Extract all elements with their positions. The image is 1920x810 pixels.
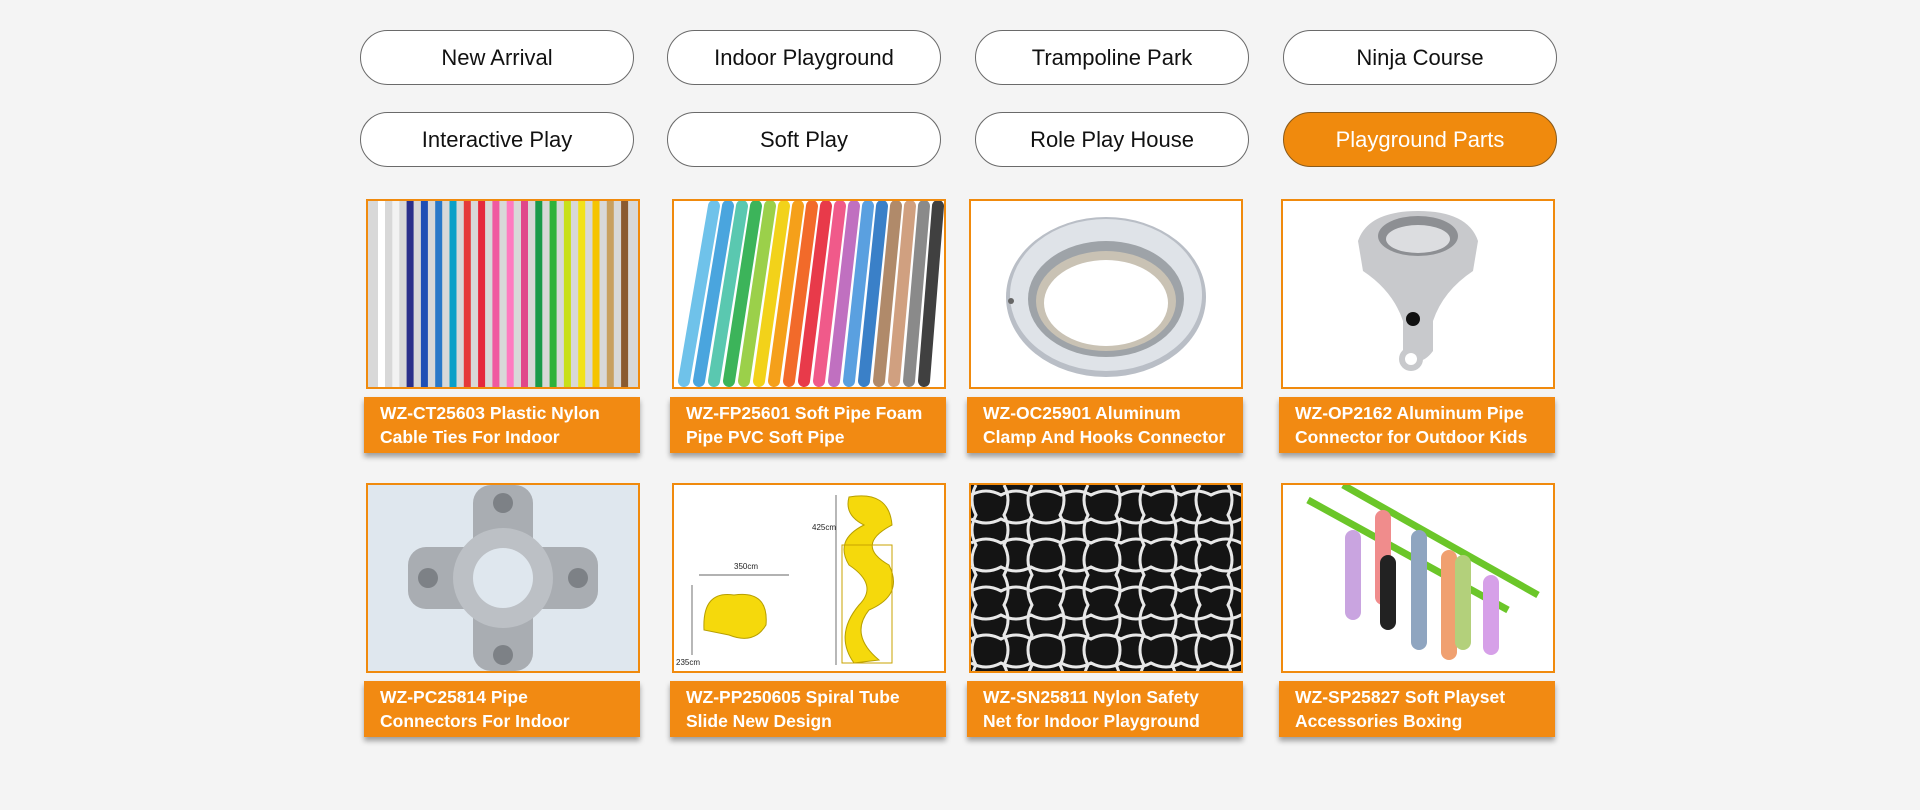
product-title-line2: Slide New Design — [686, 711, 832, 731]
product-caption[interactable]: WZ-SP25827 Soft Playset Accessories Boxi… — [1279, 681, 1555, 737]
foam-pipes-image[interactable] — [672, 199, 946, 389]
pipe-connector-image[interactable] — [1281, 199, 1555, 389]
product-title-line2: Accessories Boxing — [1295, 711, 1463, 731]
category-label: Role Play House — [1030, 126, 1194, 152]
boxing-bags-image[interactable] — [1281, 483, 1555, 673]
cable-tie — [392, 201, 400, 387]
cable-tie — [563, 201, 571, 387]
aluminum-clamp-image[interactable] — [969, 199, 1243, 389]
product-caption[interactable]: WZ-SN25811 Nylon Safety Net for Indoor P… — [967, 681, 1243, 737]
category-ninja-course[interactable]: Ninja Course — [1283, 30, 1557, 85]
product-caption[interactable]: WZ-OC25901 Aluminum Clamp And Hooks Conn… — [967, 397, 1243, 453]
category-playground-parts[interactable]: Playground Parts — [1283, 112, 1557, 167]
category-label: Trampoline Park — [1031, 44, 1193, 70]
safety-net-image[interactable] — [969, 483, 1243, 673]
product-caption[interactable]: WZ-CT25603 Plastic Nylon Cable Ties For … — [364, 397, 640, 453]
cable-tie — [521, 201, 528, 387]
category-soft-play[interactable]: Soft Play — [667, 112, 941, 167]
product-caption[interactable]: WZ-OP2162 Aluminum Pipe Connector for Ou… — [1279, 397, 1555, 453]
product-title-line2: Cable Ties For Indoor — [380, 427, 560, 447]
cable-tie — [535, 201, 543, 387]
product-title-line1: WZ-PP250605 Spiral Tube — [686, 687, 900, 707]
category-trampoline-park[interactable]: Trampoline Park — [975, 30, 1249, 85]
product-title-line2: Net for Indoor Playground — [983, 711, 1200, 731]
cable-tie — [420, 201, 428, 387]
category-label: Soft Play — [759, 126, 849, 152]
product-title-line1: WZ-FP25601 Soft Pipe Foam — [686, 403, 923, 423]
slide-height-label: 425cm — [812, 523, 836, 532]
product-caption[interactable]: WZ-PP250605 Spiral Tube Slide New Design — [670, 681, 946, 737]
product-caption[interactable]: WZ-FP25601 Soft Pipe Foam Pipe PVC Soft … — [670, 397, 946, 453]
category-role-play-house[interactable]: Role Play House — [975, 112, 1249, 167]
cable-tie — [435, 201, 443, 387]
category-label: Interactive Play — [421, 126, 573, 152]
cable-tie — [621, 201, 629, 387]
product-caption[interactable]: WZ-PC25814 Pipe Connectors For Indoor — [364, 681, 640, 737]
product-title-line1: WZ-PC25814 Pipe — [380, 687, 528, 707]
category-interactive-play[interactable]: Interactive Play — [360, 112, 634, 167]
product-title-line2: Connector for Outdoor Kids — [1295, 427, 1528, 447]
product-title-line2: Pipe PVC Soft Pipe — [686, 427, 845, 447]
cable-tie — [592, 201, 600, 387]
product-title-line2: Connectors For Indoor — [380, 711, 570, 731]
category-label: New Arrival — [441, 44, 553, 70]
cable-tie — [463, 201, 471, 387]
cable-tie — [406, 201, 414, 387]
cable-tie — [549, 201, 557, 387]
product-title-line1: WZ-OC25901 Aluminum — [983, 403, 1181, 423]
cable-tie — [506, 201, 514, 387]
spiral-slide-image[interactable]: 350cm 235cm 425cm — [672, 483, 946, 673]
cable-tie — [449, 201, 457, 387]
product-title-line1: WZ-SN25811 Nylon Safety — [983, 687, 1199, 707]
cable-tie — [478, 201, 486, 387]
category-new-arrival[interactable]: New Arrival — [360, 30, 634, 85]
category-label: Playground Parts — [1335, 126, 1505, 152]
product-title-line1: WZ-CT25603 Plastic Nylon — [380, 403, 600, 423]
cable-tie — [492, 201, 500, 387]
cable-tie — [578, 201, 586, 387]
product-title-line1: WZ-SP25827 Soft Playset — [1295, 687, 1506, 707]
slide-width-label: 350cm — [734, 562, 758, 571]
product-title-line1: WZ-OP2162 Aluminum Pipe — [1295, 403, 1524, 423]
cable-ties-image[interactable] — [366, 199, 640, 389]
category-label: Ninja Course — [1356, 44, 1484, 70]
category-label: Indoor Playground — [714, 44, 894, 70]
cable-tie — [606, 201, 614, 387]
category-indoor-playground[interactable]: Indoor Playground — [667, 30, 941, 85]
slide-depth-label: 235cm — [676, 658, 700, 667]
product-title-line2: Clamp And Hooks Connector — [983, 427, 1226, 447]
cable-tie — [378, 201, 385, 387]
cross-connector-image[interactable] — [366, 483, 640, 673]
